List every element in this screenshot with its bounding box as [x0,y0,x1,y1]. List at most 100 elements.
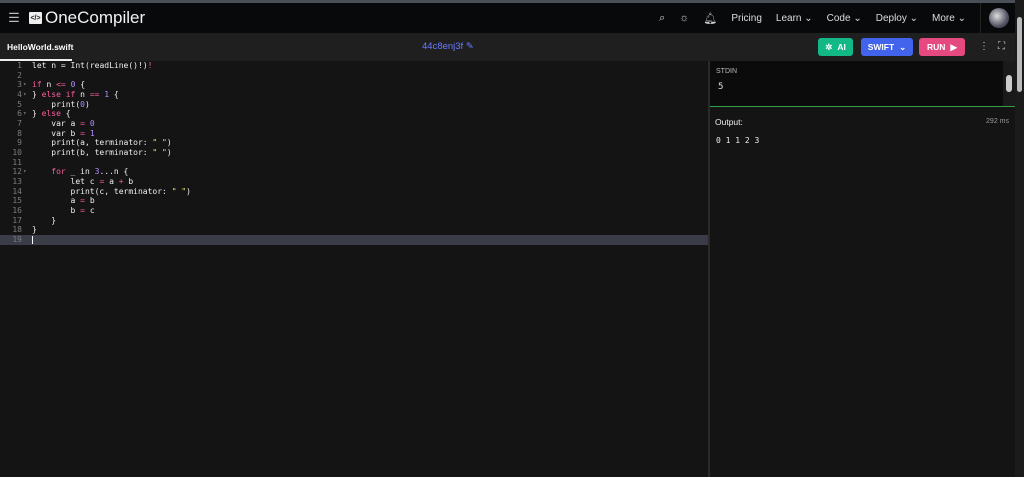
stdin-scrollbar[interactable] [1003,61,1015,106]
code-text: print(a, terminator: " ") [32,138,171,148]
sparkle-icon: ✲ [825,41,833,52]
code-text: var b = 1 [32,128,94,139]
code-token: var b [32,128,81,138]
code-token: else [41,109,61,119]
code-id-link[interactable]: 44c8enj3f ✎ [422,41,474,52]
bell-icon[interactable]: 🔔︎ [703,12,717,25]
code-line[interactable]: 15 a = b [0,196,708,206]
code-line[interactable]: 5 print(0) [0,100,708,110]
code-token: } [32,225,37,235]
line-number: 9 [17,138,22,148]
line-number: 19 [12,235,22,245]
code-text: } [32,216,56,226]
fold-arrow-icon[interactable]: ▾ [23,109,27,119]
user-avatar[interactable] [989,8,1009,28]
code-token: } [32,90,42,99]
fold-arrow-icon[interactable]: ▾ [23,80,27,90]
nav-deploy[interactable]: Deploy ⌄ [876,13,918,24]
code-line[interactable]: 14 print(c, terminator: " ") [0,187,708,197]
brand-logo[interactable]: </> OneCompiler [29,8,145,28]
fullscreen-icon[interactable]: ⛶ [998,41,1005,52]
nav-more-label: More [932,12,955,24]
stdin-input[interactable]: 5 [718,82,723,92]
code-token: ! [147,61,153,70]
code-line[interactable]: 4 ▾} else if n == 1 { [0,90,708,100]
code-line[interactable]: 7 var a = 0 [0,119,708,129]
run-button[interactable]: RUN ▶ [919,38,965,56]
line-number: 14 [12,186,22,196]
code-text: b = c [32,206,95,216]
nav-code-label: Code [826,12,851,24]
file-tab[interactable]: HelloWorld.swift [7,42,73,52]
code-token: <= [56,80,66,90]
code-line[interactable]: 19 [0,235,708,245]
code-token: Int(readLine() [65,61,138,70]
code-text: for _ in 3...n { [32,167,128,177]
code-line[interactable]: 16 b = c [0,206,708,216]
code-text: print(b, terminator: " ") [32,148,171,158]
line-number: 12 [12,167,22,177]
code-line[interactable]: 6 ▾} else { [0,109,708,119]
line-number: 5 [17,99,22,109]
code-token: print(b, terminator: [32,148,153,158]
code-token: _ in [65,167,95,177]
fold-arrow-icon[interactable]: ▾ [23,167,27,177]
line-number: 1 [17,61,22,70]
code-token: print( [32,99,81,109]
code-line[interactable]: 12 ▾ for _ in 3...n { [0,167,708,177]
nav-divider [980,3,981,33]
code-token: a [32,196,81,206]
code-line[interactable]: 11 [0,158,708,168]
code-text: var a = 0 [32,119,95,129]
line-number: 10 [12,148,22,158]
code-line[interactable]: 8 var b = 1 [0,129,708,139]
nav-learn[interactable]: Learn ⌄ [776,13,813,24]
search-icon[interactable]: ⌕ [659,12,665,25]
output-text: 0 1 1 2 3 [716,136,760,145]
code-token: b [123,177,134,187]
output-label: Output: [715,117,743,127]
line-number: 8 [17,128,22,138]
line-number: 2 [17,70,22,80]
execution-time: 292 ms [986,118,1009,125]
output-panel: Output: 292 ms 0 1 1 2 3 [710,107,1015,477]
code-line[interactable]: 9 print(a, terminator: " ") [0,138,708,148]
stdin-scroll-thumb[interactable] [1006,75,1012,92]
code-line[interactable]: 10 print(b, terminator: " ") [0,148,708,158]
code-token: b [85,196,95,206]
code-token: c [85,206,95,216]
nav-learn-label: Learn [775,12,802,24]
line-number: 13 [12,177,22,187]
fold-arrow-icon[interactable]: ▾ [23,90,27,100]
hamburger-menu-icon[interactable]: ☰ [0,10,28,26]
code-line[interactable]: 3 ▾ if n <= 0 { [0,80,708,90]
stdin-panel[interactable]: STDIN 5 [710,61,1003,106]
code-line[interactable]: 2 [0,71,708,81]
nav-pricing[interactable]: Pricing [731,13,762,24]
more-vertical-icon[interactable]: ⋮ [979,41,989,52]
code-token: 0 [89,119,95,129]
code-line[interactable]: 18} [0,225,708,235]
nav-code[interactable]: Code ⌄ [827,13,862,24]
code-text: let c = a + b [32,177,134,187]
code-text: print(0) [32,100,90,110]
theme-sun-icon[interactable]: ☼ [679,12,689,24]
ai-button[interactable]: ✲ AI [818,38,853,56]
code-line[interactable]: 1 let n = Int(readLine()!)! [0,61,708,71]
code-line[interactable]: 13 let c = a + b [0,177,708,187]
code-token: else if [41,90,76,99]
page-scroll-thumb[interactable] [1017,17,1022,92]
code-token: " " [171,186,187,196]
line-number: 16 [12,206,22,216]
code-editor[interactable]: 1 let n = Int(readLine()!)! 2 3 ▾ if n <= 0 {… [0,61,708,477]
code-text: a = b [32,196,95,206]
language-select[interactable]: SWIFT ⌄ [861,38,913,56]
nav-more[interactable]: More ⌄ [932,13,966,24]
line-number: 4 [17,90,22,99]
code-line[interactable]: 17 } [0,216,708,226]
line-number: 11 [12,157,22,167]
code-token: " " [152,138,167,148]
page-scrollbar[interactable] [1015,0,1024,477]
code-token: var a [32,119,81,129]
line-number: 7 [17,119,22,129]
